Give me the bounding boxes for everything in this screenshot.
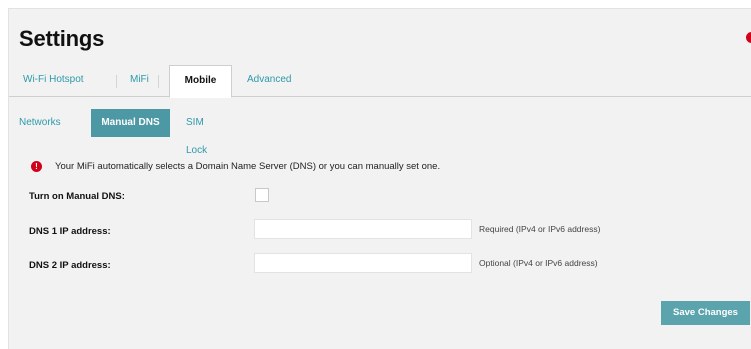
dns1-input[interactable] <box>254 219 472 239</box>
tab-divider <box>116 75 117 88</box>
tab-divider <box>158 75 159 88</box>
manual-dns-label: Turn on Manual DNS: <box>29 191 125 202</box>
dns1-label: DNS 1 IP address: <box>29 226 111 237</box>
subtab-sim-lock[interactable]: SIM Lock <box>186 109 207 156</box>
subtab-networks[interactable]: Networks <box>19 109 61 137</box>
info-icon: ! <box>31 161 42 172</box>
manual-dns-checkbox[interactable] <box>255 188 269 202</box>
dns2-hint: Optional (IPv4 or IPv6 address) <box>479 258 598 268</box>
info-text: Your MiFi automatically selects a Domain… <box>55 161 441 172</box>
save-changes-button[interactable]: Save Changes <box>661 301 750 325</box>
dns2-input[interactable] <box>254 253 472 273</box>
dns1-hint: Required (IPv4 or IPv6 address) <box>479 224 601 234</box>
settings-page: Settings Wi-Fi Hotspot MiFi Mobile Advan… <box>8 8 751 349</box>
subtab-manual-dns[interactable]: Manual DNS <box>91 109 170 137</box>
tab-bar: Wi-Fi Hotspot MiFi Mobile Advanced <box>9 65 751 98</box>
page-title: Settings <box>19 26 105 51</box>
notification-dot[interactable] <box>746 32 751 43</box>
tab-advanced[interactable]: Advanced <box>247 65 291 97</box>
dns2-label: DNS 2 IP address: <box>29 260 111 271</box>
tab-wifi-hotspot[interactable]: Wi-Fi Hotspot <box>23 65 84 97</box>
tab-mobile[interactable]: Mobile <box>169 65 232 98</box>
tab-mifi[interactable]: MiFi <box>130 65 149 97</box>
